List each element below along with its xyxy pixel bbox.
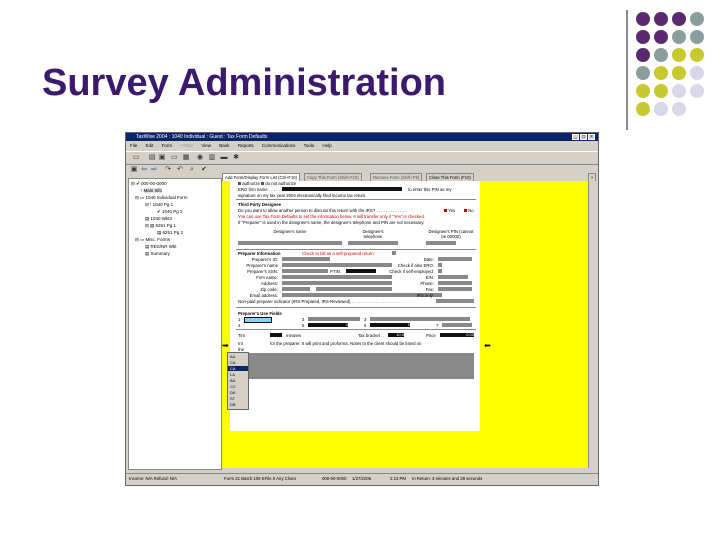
- title-divider: [626, 10, 628, 130]
- self-employed-checkbox[interactable]: [438, 269, 442, 273]
- tree-item[interactable]: ⊟ ✔ 000-00-0000: [131, 181, 167, 187]
- menu-communications[interactable]: Communications: [262, 143, 296, 148]
- folder-open-icon[interactable]: ▭: [170, 154, 178, 162]
- tree-item[interactable]: ⊟ ▭ 1040 Individual Form: [135, 195, 188, 201]
- use-field-7-field[interactable]: [442, 323, 472, 327]
- tree-item[interactable]: ⊟ ▭ Misc. Forms: [135, 237, 170, 243]
- form-tree: ⊟ ✔ 000-00-0000 ! Main Info ⊟ ▭ 1040 Ind…: [128, 178, 222, 470]
- redo-icon[interactable]: ↷: [164, 166, 172, 174]
- open-icon[interactable]: ▤: [148, 154, 156, 162]
- printer-icon[interactable]: ▥: [208, 154, 216, 162]
- preparer-ssn-field[interactable]: [282, 269, 328, 273]
- no-checkbox[interactable]: No: [464, 208, 474, 213]
- menu-help[interactable]: Help: [322, 143, 331, 148]
- menubar: File Edit Form HTMV View Bank Reports Co…: [126, 142, 598, 150]
- date-field[interactable]: [438, 257, 472, 261]
- save-icon[interactable]: ▣: [158, 154, 166, 162]
- tree-item[interactable]: ✔ 1040 Pg 2: [157, 209, 183, 215]
- firm-name-field[interactable]: [282, 275, 392, 279]
- undo-icon[interactable]: ↶: [176, 166, 184, 174]
- ptin-field[interactable]: [346, 269, 376, 273]
- ero-checkbox[interactable]: [438, 263, 442, 267]
- address-field[interactable]: [282, 281, 392, 285]
- menu-bank[interactable]: Bank: [219, 143, 229, 148]
- use-field-3b-field[interactable]: [370, 317, 470, 321]
- menu-file[interactable]: File: [130, 143, 137, 148]
- window-title: TaxWise 2004 : 1040 Individual : Guest :…: [136, 134, 268, 140]
- use-field-6-field[interactable]: 0: [370, 323, 410, 327]
- tree-item[interactable]: ⊟ ▤ 6251 Pg 1: [145, 223, 176, 229]
- menu-view[interactable]: View: [201, 143, 211, 148]
- left-marker-arrow-icon: ➡: [222, 341, 229, 350]
- nav-toolbar: ▣ ⇦ ⇨ ↷ ↶ ⌕ ✔: [126, 166, 224, 176]
- tree-item[interactable]: ▤ Summary: [145, 251, 170, 257]
- slide-title: Survey Administration: [42, 62, 447, 104]
- tools-icon[interactable]: ✱: [232, 154, 240, 162]
- preparer-id-field[interactable]: [282, 257, 330, 261]
- print-icon[interactable]: ▦: [182, 154, 190, 162]
- tax-form: authorize do not authorize ERO firm name…: [230, 181, 480, 431]
- designee-telephone-field[interactable]: [348, 241, 398, 245]
- yes-checkbox[interactable]: Yes: [444, 208, 455, 213]
- notes-field[interactable]: [238, 353, 474, 379]
- toolbar: ▭ ▤ ▣ ▭ ▦ ◉ ▥ ▬ ✱: [126, 151, 598, 165]
- tree-item[interactable]: ▤ 1040 Wkt3: [145, 216, 172, 222]
- menu-edit[interactable]: Edit: [146, 143, 154, 148]
- use-field-5-field[interactable]: 0: [308, 323, 348, 327]
- use-field-1-dropdown[interactable]: [244, 317, 272, 323]
- vertical-scrollbar[interactable]: [588, 181, 597, 468]
- eye-icon[interactable]: ◉: [196, 154, 204, 162]
- window-titlebar: TaxWise 2004 : 1040 Individual : Guest :…: [126, 133, 598, 141]
- maximize-button[interactable]: □: [580, 134, 587, 140]
- phone-field[interactable]: [438, 281, 472, 285]
- home-icon[interactable]: ▣: [130, 166, 138, 174]
- mail-icon[interactable]: ▬: [220, 154, 228, 162]
- tree-item[interactable]: ! Main Info: [141, 188, 163, 193]
- back-arrow-icon[interactable]: ⇦: [140, 166, 148, 174]
- ero-firm-field[interactable]: [282, 187, 402, 191]
- self-prepared-checkbox[interactable]: [392, 251, 396, 255]
- tree-item[interactable]: ▤ RES/NR Wkt: [145, 244, 177, 250]
- fax-field[interactable]: [438, 287, 472, 291]
- ein-field[interactable]: [438, 275, 468, 279]
- city-field[interactable]: [316, 287, 392, 291]
- right-marker-arrow-icon: ⬅: [484, 341, 491, 350]
- folder-icon[interactable]: ▭: [132, 154, 140, 162]
- tax-bracket-field[interactable]: 10.0: [388, 333, 404, 337]
- search-icon[interactable]: ⌕: [188, 166, 196, 174]
- menu-tools[interactable]: Tools: [304, 143, 315, 148]
- menu-form[interactable]: Form: [162, 143, 173, 148]
- close-button[interactable]: ×: [588, 134, 595, 140]
- tree-item[interactable]: ▤ 6251 Pg 2: [157, 230, 183, 236]
- time-field[interactable]: [270, 333, 282, 337]
- app-window: TaxWise 2004 : 1040 Individual : Guest :…: [125, 132, 599, 486]
- irs-only-checkbox[interactable]: [438, 293, 442, 297]
- forward-arrow-icon[interactable]: ⇨: [150, 166, 158, 174]
- menu-reports[interactable]: Reports: [238, 143, 254, 148]
- nonpaid-indicator-field[interactable]: [436, 299, 474, 303]
- menu-htmv[interactable]: HTMV: [180, 143, 193, 148]
- form-tabs: Add Form/Display Form List (Ctrl+F10) Co…: [222, 173, 598, 182]
- designee-pin-field[interactable]: [426, 241, 456, 245]
- state-dropdown-list[interactable]: AA CA CA LA BA CC DA ST DB: [227, 352, 249, 410]
- use-field-3-field[interactable]: [308, 317, 360, 321]
- check-icon[interactable]: ✔: [200, 166, 208, 174]
- designee-name-field[interactable]: [238, 241, 342, 245]
- minimize-button[interactable]: _: [572, 134, 579, 140]
- tree-item[interactable]: ⊟ ! 1040 Pg 1: [145, 202, 173, 208]
- status-bar: Income: N/A Refund: N/A Form 21 Batch 10…: [126, 473, 598, 484]
- price-field[interactable]: 0.00: [440, 333, 474, 337]
- preparer-name-field[interactable]: [282, 263, 392, 267]
- zip-code-field[interactable]: [282, 287, 310, 291]
